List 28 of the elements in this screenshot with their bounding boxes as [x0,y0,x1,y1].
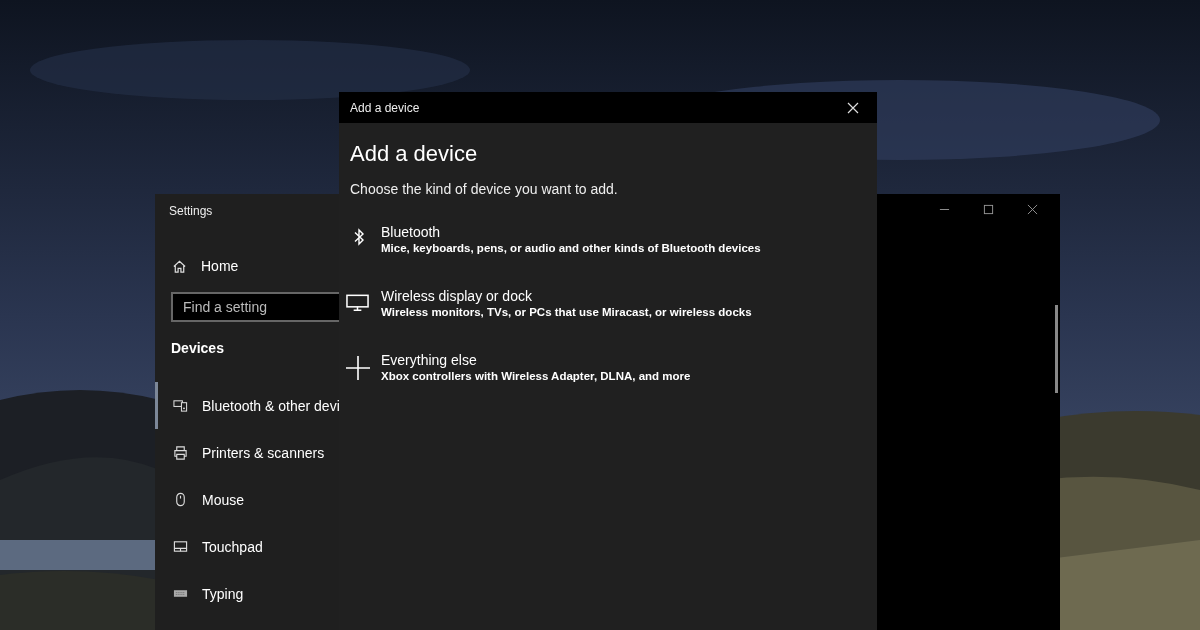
printer-icon [173,445,188,460]
home-link[interactable]: Home [201,258,239,274]
sidebar-item[interactable]: Printers & scanners [155,429,339,476]
window-title: Add a device [350,100,420,115]
bluetooth-icon[interactable] [353,226,365,248]
search-field[interactable]: Find a setting [171,292,341,322]
option-title[interactable]: Everything else [381,352,691,368]
home-icon[interactable] [172,258,187,274]
option-description: Wireless monitors, TVs, or PCs that use Miracast, or wireless docks [381,306,752,318]
close-icon[interactable] [1027,204,1038,215]
mouse-icon [173,492,188,507]
section-heading: Devices [170,339,225,358]
option-description: Mice, keyboards, pens, or audio and other kinds of Bluetooth devices [381,242,761,254]
maximize-icon[interactable] [983,204,994,215]
sidebar-item[interactable]: Mouse [155,476,339,523]
dialog-heading: Add a device [350,141,479,167]
sidebar-item[interactable]: Typing [155,570,339,617]
devices-icon [173,398,188,413]
dialog-subtitle: Choose the kind of device you want to add. [350,181,619,197]
option-title[interactable]: Wireless display or dock [381,288,752,304]
touchpad-icon [173,539,188,554]
plus-icon[interactable] [346,356,370,380]
option-title[interactable]: Bluetooth [381,224,761,240]
scrollbar[interactable] [1055,305,1058,393]
sidebar-item[interactable]: Touchpad [155,523,339,570]
window-title: Settings [168,203,214,220]
monitor-icon[interactable] [346,294,369,312]
option-description: Xbox controllers with Wireless Adapter, DLNA, and more [381,370,691,382]
